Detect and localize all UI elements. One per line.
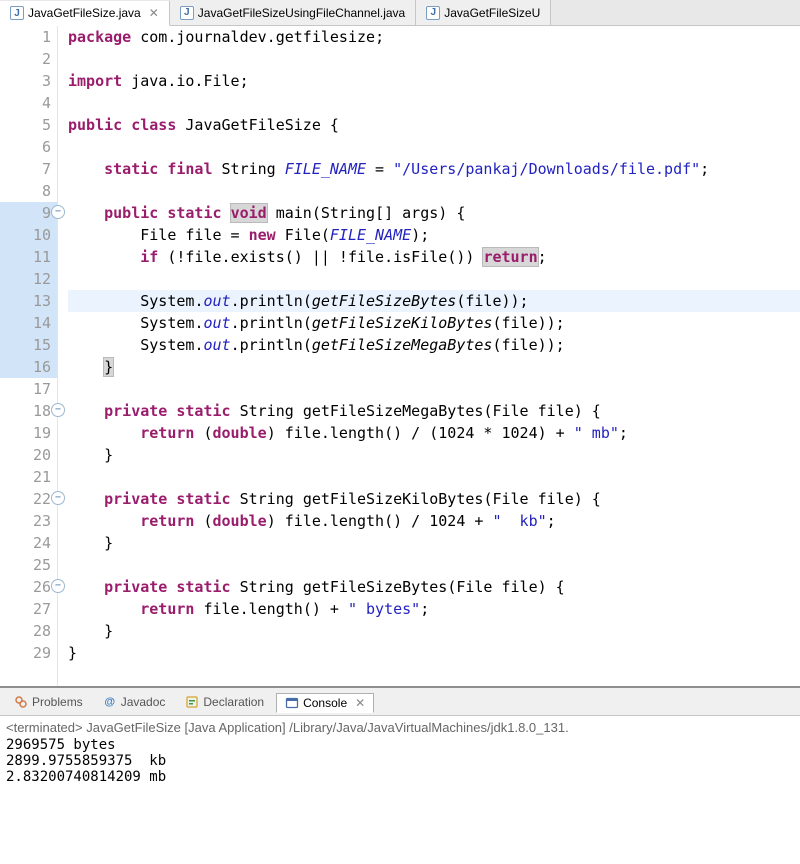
line-number: 6 bbox=[0, 136, 57, 158]
close-icon[interactable]: ✕ bbox=[149, 6, 159, 20]
line-number: 9− bbox=[0, 202, 57, 224]
line-number: 25 bbox=[0, 554, 57, 576]
line-number: 11 bbox=[0, 246, 57, 268]
line-number: 5 bbox=[0, 114, 57, 136]
console-body[interactable]: <terminated> JavaGetFileSize [Java Appli… bbox=[0, 716, 800, 791]
view-tab-label: Problems bbox=[32, 695, 83, 709]
console-output: 2969575 bytes 2899.9755859375 kb 2.83200… bbox=[6, 737, 794, 785]
editor-tab[interactable]: J JavaGetFileSizeUsingFileChannel.java bbox=[170, 0, 416, 25]
close-icon[interactable]: ✕ bbox=[355, 696, 365, 710]
line-number: 27 bbox=[0, 598, 57, 620]
java-file-icon: J bbox=[180, 6, 194, 20]
console-icon bbox=[285, 696, 299, 710]
line-number: 14 bbox=[0, 312, 57, 334]
java-file-icon: J bbox=[426, 6, 440, 20]
view-tab-label: Javadoc bbox=[121, 695, 166, 709]
view-tab-label: Console bbox=[303, 696, 347, 710]
line-number-gutter: 123456789−101112131415161718−19202122−23… bbox=[0, 26, 58, 686]
view-tab-label: Declaration bbox=[203, 695, 264, 709]
code-body[interactable]: package com.journaldev.getfilesize; impo… bbox=[58, 26, 800, 686]
code-editor[interactable]: 123456789−101112131415161718−19202122−23… bbox=[0, 26, 800, 686]
line-number: 23 bbox=[0, 510, 57, 532]
editor-tab-active[interactable]: J JavaGetFileSize.java ✕ bbox=[0, 1, 170, 26]
line-number: 16 bbox=[0, 356, 57, 378]
line-number: 12 bbox=[0, 268, 57, 290]
editor-tab-label: JavaGetFileSize.java bbox=[28, 6, 141, 20]
views-tabstrip: Problems @ Javadoc Declaration Console ✕ bbox=[0, 688, 800, 716]
line-number: 21 bbox=[0, 466, 57, 488]
editor-tab-label: JavaGetFileSizeU bbox=[444, 6, 540, 20]
line-number: 1 bbox=[0, 26, 57, 48]
line-number: 26− bbox=[0, 576, 57, 598]
tab-problems[interactable]: Problems bbox=[6, 693, 91, 711]
line-number: 18− bbox=[0, 400, 57, 422]
line-number: 8 bbox=[0, 180, 57, 202]
line-number: 7 bbox=[0, 158, 57, 180]
line-number: 29 bbox=[0, 642, 57, 664]
line-number: 28 bbox=[0, 620, 57, 642]
line-number: 4 bbox=[0, 92, 57, 114]
line-number: 24 bbox=[0, 532, 57, 554]
tab-javadoc[interactable]: @ Javadoc bbox=[95, 693, 174, 711]
editor-tab-label: JavaGetFileSizeUsingFileChannel.java bbox=[198, 6, 405, 20]
declaration-icon bbox=[185, 695, 199, 709]
line-number: 20 bbox=[0, 444, 57, 466]
editor-tabstrip: J JavaGetFileSize.java ✕ J JavaGetFileSi… bbox=[0, 0, 800, 26]
line-number: 3 bbox=[0, 70, 57, 92]
problems-icon bbox=[14, 695, 28, 709]
line-number: 17 bbox=[0, 378, 57, 400]
line-number: 22− bbox=[0, 488, 57, 510]
tab-declaration[interactable]: Declaration bbox=[177, 693, 272, 711]
console-process-header: <terminated> JavaGetFileSize [Java Appli… bbox=[6, 720, 794, 735]
tab-console[interactable]: Console ✕ bbox=[276, 693, 374, 713]
line-number: 13 bbox=[0, 290, 57, 312]
line-number: 15 bbox=[0, 334, 57, 356]
editor-tab[interactable]: J JavaGetFileSizeU bbox=[416, 0, 551, 25]
bottom-panel: Problems @ Javadoc Declaration Console ✕… bbox=[0, 686, 800, 864]
line-number: 10 bbox=[0, 224, 57, 246]
line-number: 2 bbox=[0, 48, 57, 70]
java-file-icon: J bbox=[10, 6, 24, 20]
line-number: 19 bbox=[0, 422, 57, 444]
javadoc-icon: @ bbox=[103, 695, 117, 709]
